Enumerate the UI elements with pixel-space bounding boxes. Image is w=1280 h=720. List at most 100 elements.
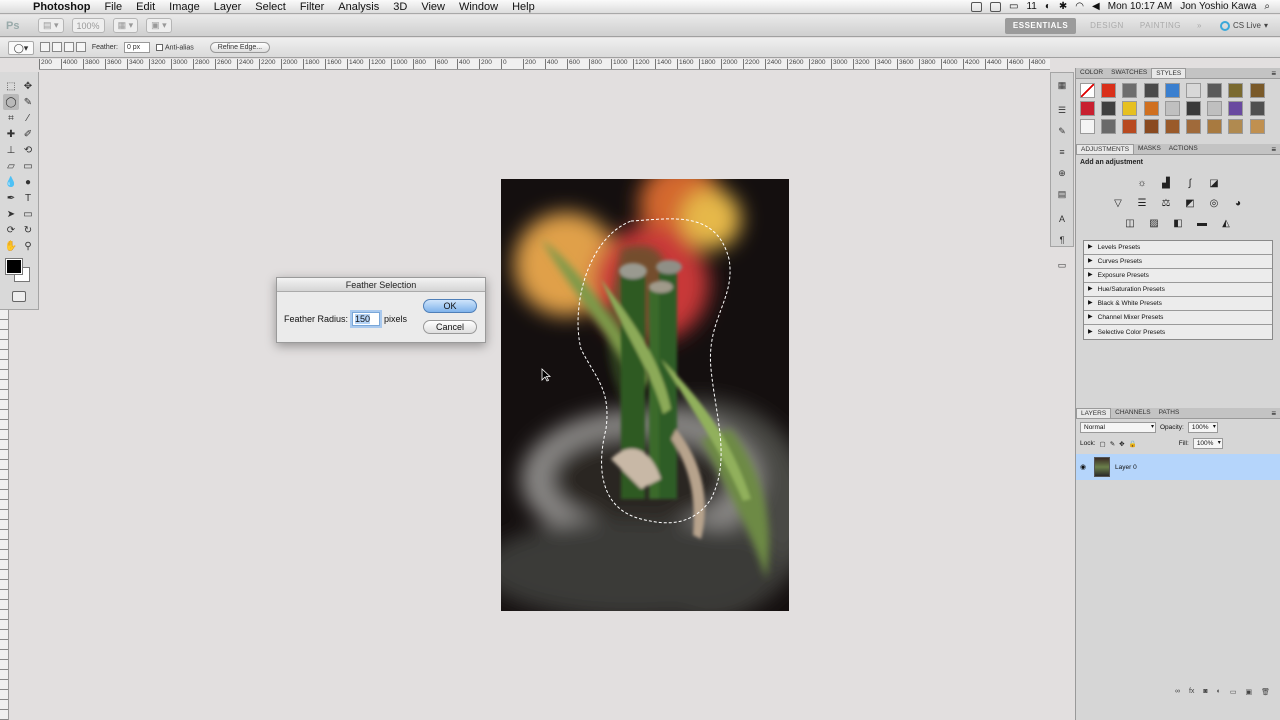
menu-3d[interactable]: 3D <box>386 1 414 13</box>
brush-tool-icon[interactable]: ✐ <box>20 126 36 142</box>
photo-filter-icon[interactable]: ◎ <box>1207 196 1221 210</box>
expand-triangle-icon[interactable]: ▶ <box>1088 311 1093 324</box>
style-swatch[interactable] <box>1207 119 1223 134</box>
user-name[interactable]: Jon Yoshio Kawa <box>1180 1 1256 12</box>
zoom-level-dropdown[interactable]: 100% <box>71 18 105 33</box>
lock-all-icon[interactable]: 🔒 <box>1129 440 1137 448</box>
quick-mask-icon[interactable] <box>12 291 26 302</box>
adjustment-layer-icon[interactable]: ◐ <box>1217 688 1221 700</box>
tab-masks[interactable]: MASKS <box>1134 144 1165 154</box>
style-swatch[interactable] <box>1249 83 1265 98</box>
history-brush-tool-icon[interactable]: ⟲ <box>20 142 36 158</box>
style-swatch[interactable] <box>1185 119 1201 134</box>
vertical-ruler[interactable] <box>0 310 9 720</box>
link-layers-icon[interactable]: ∞ <box>1175 688 1180 700</box>
menu-filter[interactable]: Filter <box>293 1 331 13</box>
wifi-icon[interactable]: ◠ <box>1075 1 1084 12</box>
menu-analysis[interactable]: Analysis <box>331 1 386 13</box>
menu-file[interactable]: File <box>97 1 129 13</box>
brush-presets-icon[interactable]: ≡ <box>1053 143 1071 161</box>
color-balance-icon[interactable]: ⚖ <box>1159 196 1173 210</box>
tab-channels[interactable]: CHANNELS <box>1111 408 1154 418</box>
3d-rotate-tool-icon[interactable]: ⟳ <box>3 222 19 238</box>
ok-button[interactable]: OK <box>423 299 477 313</box>
preset-channel-mixer[interactable]: ▶ Channel Mixer Presets <box>1084 311 1272 325</box>
workspace-essentials[interactable]: ESSENTIALS <box>1004 17 1077 34</box>
preset-exposure[interactable]: ▶ Exposure Presets <box>1084 269 1272 283</box>
style-swatch[interactable] <box>1143 119 1159 134</box>
document-canvas[interactable] <box>501 179 789 611</box>
volume-icon[interactable]: ◀ <box>1092 1 1100 12</box>
horizontal-ruler[interactable]: 200 4000 3800 3600 3400 3200 3000 2800 2600 2400 2… <box>39 59 1050 70</box>
feather-input[interactable]: 0 px <box>123 42 150 53</box>
panel-menu-icon[interactable]: ≡ <box>1271 409 1280 418</box>
lock-image-icon[interactable]: ✎ <box>1110 440 1115 448</box>
preset-hue-saturation[interactable]: ▶ Hue/Saturation Presets <box>1084 283 1272 297</box>
menu-image[interactable]: Image <box>162 1 207 13</box>
add-to-selection-icon[interactable] <box>51 41 62 52</box>
delete-layer-icon[interactable]: 🗑 <box>1261 688 1270 700</box>
tab-paths[interactable]: PATHS <box>1155 408 1184 418</box>
eye-icon[interactable]: ◉ <box>1080 463 1089 471</box>
menu-window[interactable]: Window <box>452 1 505 13</box>
preset-curves[interactable]: ▶ Curves Presets <box>1084 255 1272 269</box>
vibrance-icon[interactable]: ▽ <box>1111 196 1125 210</box>
curves-icon[interactable]: ∫ <box>1183 176 1197 190</box>
style-swatch[interactable] <box>1207 101 1223 116</box>
crop-tool-icon[interactable]: ⌗ <box>3 110 19 126</box>
style-swatch[interactable] <box>1143 101 1159 116</box>
style-swatch[interactable] <box>1143 83 1159 98</box>
channel-mixer-icon[interactable]: ◕ <box>1231 196 1245 210</box>
menu-select[interactable]: Select <box>248 1 293 13</box>
style-swatch[interactable] <box>1101 119 1117 134</box>
character-icon[interactable]: A <box>1053 210 1071 228</box>
expand-triangle-icon[interactable]: ▶ <box>1088 255 1093 268</box>
tool-preset-picker[interactable]: ◯▾ <box>8 40 34 55</box>
tab-actions[interactable]: ACTIONS <box>1165 144 1202 154</box>
exposure-icon[interactable]: ◪ <box>1207 176 1221 190</box>
actions-icon[interactable]: ✎ <box>1053 122 1071 140</box>
layer-name[interactable]: Layer 0 <box>1115 464 1137 471</box>
style-swatch[interactable] <box>1101 101 1117 116</box>
new-layer-icon[interactable]: ▣ <box>1245 688 1252 700</box>
shape-tool-icon[interactable]: ▭ <box>20 206 36 222</box>
lock-position-icon[interactable]: ✥ <box>1119 440 1124 448</box>
black-white-icon[interactable]: ◩ <box>1183 196 1197 210</box>
refine-edge-button[interactable]: Refine Edge... <box>209 42 271 53</box>
antialias-checkbox[interactable] <box>155 43 163 51</box>
panel-menu-icon[interactable]: ≡ <box>1271 69 1280 78</box>
tool-presets-icon[interactable]: ▤ <box>1053 185 1071 203</box>
battery-icon[interactable]: ▭ <box>1009 1 1018 12</box>
clone-stamp-tool-icon[interactable]: ⊥ <box>3 142 19 158</box>
sync-icon[interactable]: ◐ <box>1045 1 1051 12</box>
selective-color-icon[interactable]: ◭ <box>1219 216 1233 230</box>
style-swatch[interactable] <box>1228 119 1244 134</box>
healing-brush-tool-icon[interactable]: ✚ <box>3 126 19 142</box>
lasso-tool-icon[interactable]: ◯ <box>3 94 19 110</box>
spotlight-search-icon[interactable]: ⌕ <box>1264 1 1270 12</box>
style-swatch[interactable] <box>1080 119 1095 134</box>
move-tool-icon[interactable]: ✥ <box>20 78 36 94</box>
lock-transparency-icon[interactable]: ▢ <box>1100 440 1106 448</box>
3d-orbit-tool-icon[interactable]: ↻ <box>20 222 36 238</box>
tab-styles[interactable]: STYLES <box>1151 68 1187 78</box>
pen-tool-icon[interactable]: ✒ <box>3 190 19 206</box>
foreground-color-swatch[interactable] <box>5 258 23 275</box>
intersect-selection-icon[interactable] <box>75 41 86 52</box>
posterize-icon[interactable]: ▨ <box>1147 216 1161 230</box>
style-swatch[interactable] <box>1080 83 1095 98</box>
workspace-more-button[interactable]: » <box>1189 21 1210 30</box>
gradient-map-icon[interactable]: ▬ <box>1195 216 1209 230</box>
paragraph-icon[interactable]: ¶ <box>1053 231 1071 249</box>
style-swatch[interactable] <box>1122 119 1138 134</box>
style-swatch[interactable] <box>1228 83 1244 98</box>
tab-swatches[interactable]: SWATCHES <box>1107 68 1151 78</box>
panel-menu-icon[interactable]: ≡ <box>1271 145 1280 154</box>
subtract-from-selection-icon[interactable] <box>63 41 74 52</box>
style-swatch[interactable] <box>1164 83 1180 98</box>
type-tool-icon[interactable]: T <box>20 190 36 206</box>
eyedropper-tool-icon[interactable]: ⁄ <box>20 110 36 126</box>
new-selection-icon[interactable] <box>40 41 50 52</box>
antialias-toggle[interactable]: Anti-alias <box>155 43 194 51</box>
hand-tool-icon[interactable]: ✋ <box>3 238 19 254</box>
